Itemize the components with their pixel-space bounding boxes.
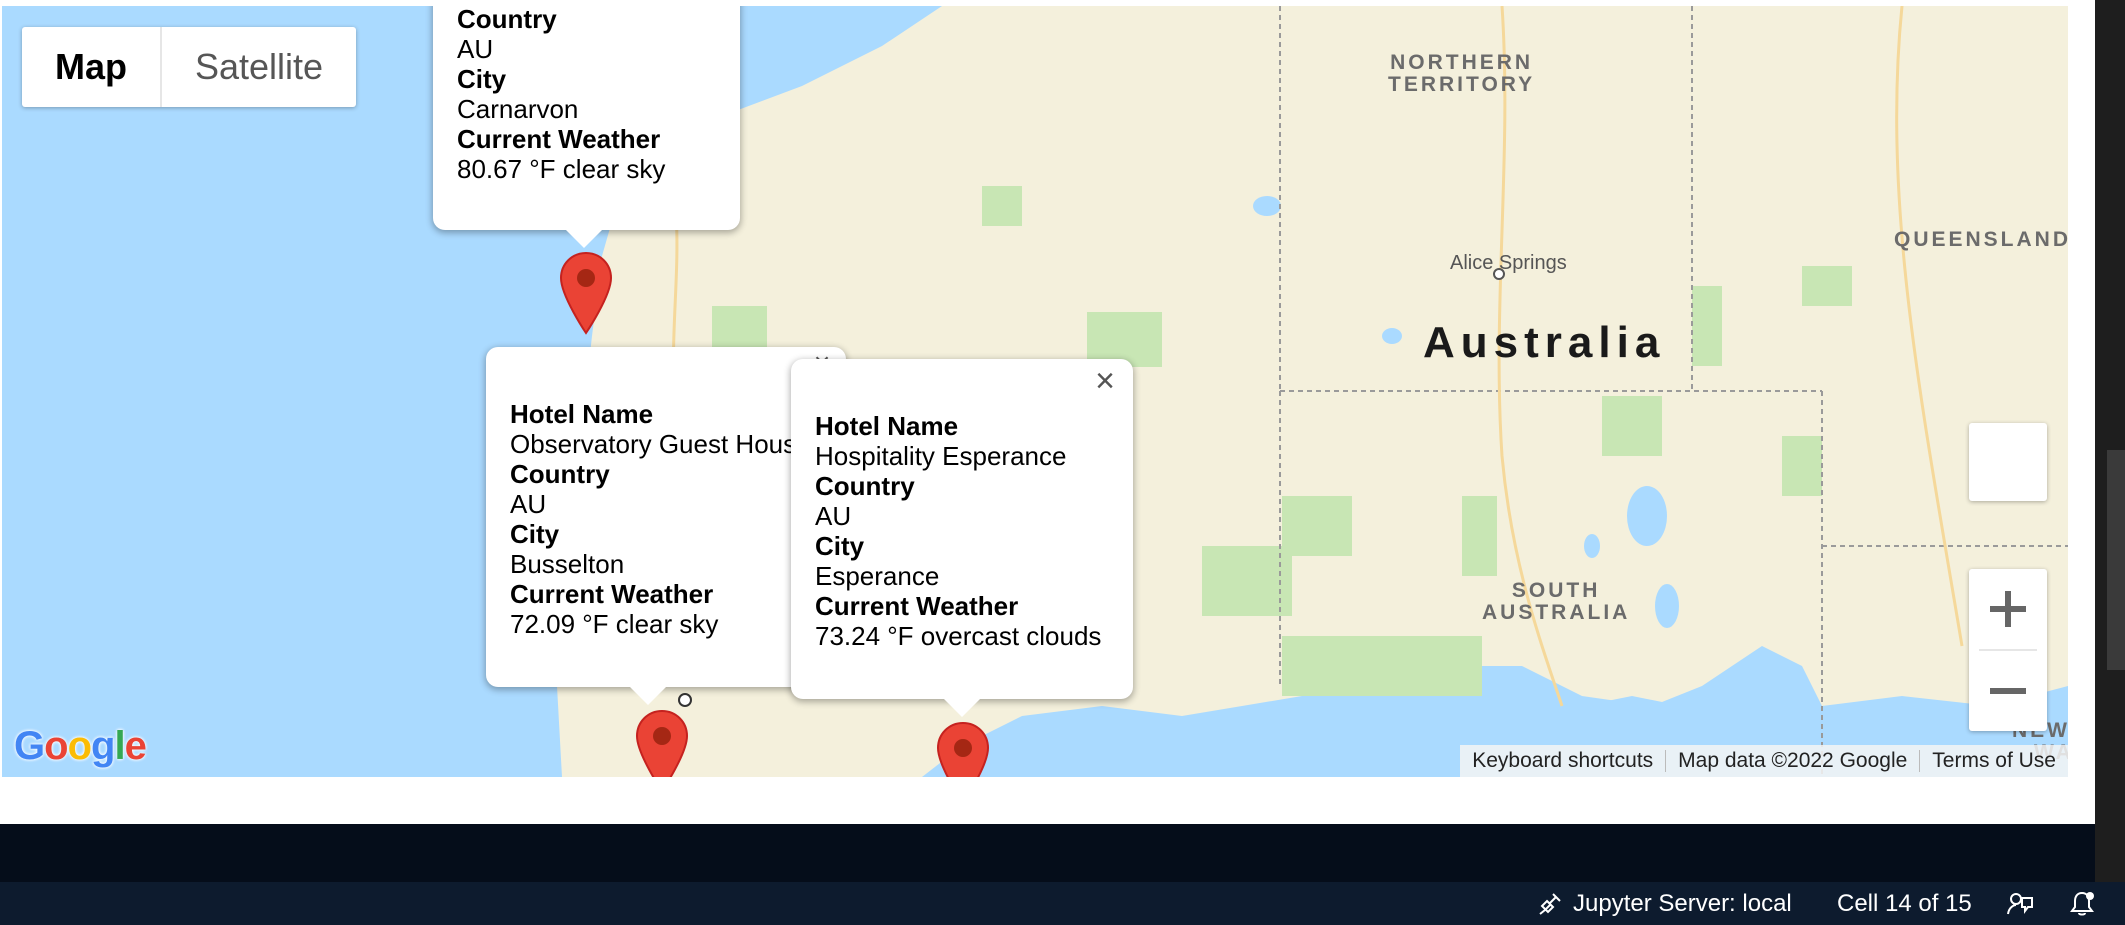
label-south-australia-line1: SOUTH	[1511, 579, 1601, 602]
country-value: AU	[510, 489, 547, 519]
google-map[interactable]: NORTHERN TERRITORY QUEENSLAND Alice Spri…	[2, 6, 2068, 777]
logo-letter: e	[124, 724, 147, 768]
label-australia: Australia	[1423, 318, 1666, 367]
zoom-in-button[interactable]	[1969, 569, 2047, 649]
map-marker-carnarvon[interactable]	[559, 251, 613, 335]
label-northern-territory-line2: TERRITORY	[1388, 73, 1536, 96]
weather-label: Current Weather	[510, 579, 714, 609]
label-alice-springs: Alice Springs	[1450, 252, 1567, 274]
google-logo[interactable]: Google	[14, 724, 147, 769]
country-value: AU	[457, 34, 494, 64]
scrollbar-thumb[interactable]	[2107, 450, 2125, 670]
label-northern-territory-line1: NORTHERN	[1390, 51, 1534, 74]
info-window-tail	[630, 687, 666, 705]
map-type-control: Map Satellite	[22, 27, 357, 107]
weather-label: Current Weather	[815, 591, 1019, 621]
minus-icon	[1990, 688, 2026, 694]
city-label: City	[457, 64, 507, 94]
zoom-control	[1969, 569, 2047, 731]
terms-of-use-link[interactable]: Terms of Use	[1920, 749, 2068, 773]
label-northern-territory: NORTHERN TERRITORY	[1388, 52, 1535, 96]
map-type-map-button[interactable]: Map	[22, 27, 162, 107]
logo-letter: g	[91, 724, 115, 768]
map-marker-busselton[interactable]	[635, 709, 689, 777]
city-value: Carnarvon	[457, 94, 579, 124]
logo-letter: G	[14, 724, 45, 768]
map-marker-esperance[interactable]	[936, 721, 990, 777]
logo-letter: l	[114, 724, 125, 768]
close-icon[interactable]: ×	[1091, 364, 1119, 398]
hotel-name-label: Hotel Name	[815, 411, 959, 441]
city-value: Esperance	[815, 561, 940, 591]
hotel-name-label: Hotel Name	[510, 399, 654, 429]
street-view-control[interactable]	[1969, 423, 2047, 501]
logo-letter: o	[67, 724, 92, 768]
logo-letter: o	[44, 724, 68, 768]
jupyter-server-status[interactable]: Jupyter Server: local	[1537, 882, 1792, 925]
weather-label: Current Weather	[457, 124, 661, 154]
country-label: Country	[815, 471, 915, 501]
info-window-tail	[944, 699, 980, 717]
jupyter-server-label: Jupyter Server: local	[1573, 889, 1792, 917]
map-data-text: Map data ©2022 Google	[1678, 749, 1908, 772]
label-south-australia-line2: AUSTRALIA	[1482, 601, 1631, 624]
info-window-carnarvon: Country AU City Carnarvon Current Weathe…	[433, 6, 740, 248]
feedback-icon	[2007, 892, 2033, 914]
city-value: Busselton	[510, 549, 625, 579]
map-type-satellite-button[interactable]: Satellite	[162, 27, 356, 107]
map-attribution: Keyboard shortcuts Map data ©2022 Google…	[1460, 745, 2068, 777]
label-south-australia: SOUTH AUSTRALIA	[1482, 580, 1630, 624]
weather-value: 72.09 °F clear sky	[510, 609, 719, 639]
hotel-name-value: Observatory Guest House	[510, 429, 811, 459]
weather-value: 80.67 °F clear sky	[457, 154, 666, 184]
country-value: AU	[815, 501, 852, 531]
city-label: City	[510, 519, 560, 549]
info-window-tail	[566, 230, 602, 248]
notifications-button[interactable]	[2068, 882, 2096, 925]
city-label: City	[815, 531, 865, 561]
country-label: Country	[457, 6, 557, 34]
keyboard-shortcuts-link[interactable]: Keyboard shortcuts	[1460, 749, 1665, 773]
country-label: Country	[510, 459, 610, 489]
feedback-button[interactable]	[2006, 882, 2034, 925]
cell-counter-label: Cell 14 of 15	[1837, 889, 1972, 917]
page: NORTHERN TERRITORY QUEENSLAND Alice Spri…	[0, 0, 2125, 925]
label-queensland: QUEENSLAND	[1894, 228, 2068, 251]
plus-icon	[1990, 591, 2026, 627]
zoom-out-button[interactable]	[1969, 651, 2047, 731]
status-bar: Jupyter Server: local Cell 14 of 15	[0, 882, 2125, 925]
weather-value: 73.24 °F overcast clouds	[815, 621, 1102, 651]
editor-gutter	[2095, 0, 2125, 882]
hotel-name-value: Hospitality Esperance	[815, 441, 1067, 471]
plug-icon	[1539, 892, 1561, 915]
info-window-esperance: × Hotel Name Hospitality Esperance Count…	[791, 359, 1133, 717]
bell-icon	[2070, 891, 2094, 915]
cell-counter[interactable]: Cell 14 of 15	[1837, 882, 1972, 925]
